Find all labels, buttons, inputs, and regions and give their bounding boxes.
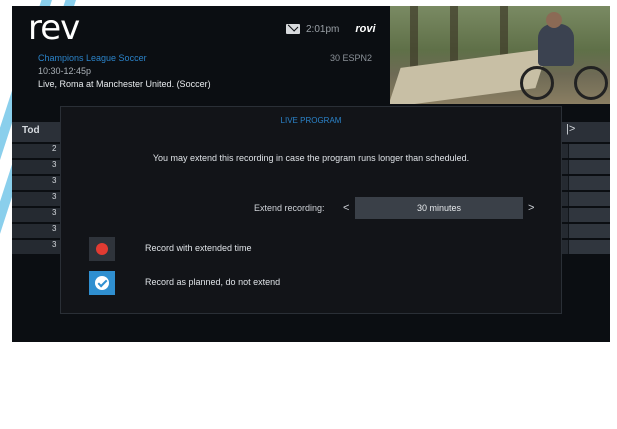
tv-screen: rev 2:01pm rovi Champions League Soccer … [12,6,610,342]
extend-recording-label: Extend recording: [254,203,325,213]
option-icon-box [89,271,115,295]
video-wheel [520,66,554,100]
guide-row-label: 3 [52,240,57,249]
guide-cell[interactable] [568,144,610,158]
channel-label: 30 ESPN2 [330,53,373,63]
mail-icon [286,24,300,34]
guide-cell[interactable] [568,160,610,174]
guide-cell[interactable] [568,192,610,206]
dialog-title: LIVE PROGRAM [280,116,342,125]
option-record-extended[interactable]: Record with extended time [89,237,489,261]
app-logo: rev [28,8,80,48]
dialog-message: You may extend this recording in case th… [152,153,470,163]
video-rider-head [546,12,562,28]
guide-cell[interactable] [568,176,610,190]
video-wheel [574,66,608,100]
guide-cell[interactable] [568,224,610,238]
guide-today-label: Tod [22,125,40,136]
guide-row-label: 3 [52,192,57,201]
guide-row-label: 2 [52,144,57,153]
program-time: 10:30-12:45p [38,66,92,76]
video-preview [390,6,610,104]
guide-row-label: 3 [52,176,57,185]
guide-next-arrow[interactable]: |> [566,123,575,135]
clock: 2:01pm [306,23,340,35]
guide-cell[interactable] [568,240,610,254]
extend-duration-select[interactable]: 30 minutes [355,197,523,219]
program-description: Live, Roma at Manchester United. (Soccer… [38,79,211,89]
live-program-dialog: LIVE PROGRAM You may extend this recordi… [60,106,562,314]
option-label: Record with extended time [145,243,252,253]
extend-next-arrow[interactable]: > [528,202,534,214]
check-icon [95,276,109,290]
guide-row-label: 3 [52,224,57,233]
brand-logo: rovi [355,23,376,35]
video-rider [538,24,574,66]
guide-row-label: 3 [52,160,57,169]
status-bar: 2:01pm rovi [286,21,376,37]
option-record-as-planned[interactable]: Record as planned, do not extend [89,271,489,295]
record-dot-icon [96,243,108,255]
option-label: Record as planned, do not extend [145,277,281,287]
program-title: Champions League Soccer [38,53,147,63]
extend-prev-arrow[interactable]: < [343,202,349,214]
guide-row-label: 3 [52,208,57,217]
option-icon-box [89,237,115,261]
guide-cell[interactable] [568,208,610,222]
